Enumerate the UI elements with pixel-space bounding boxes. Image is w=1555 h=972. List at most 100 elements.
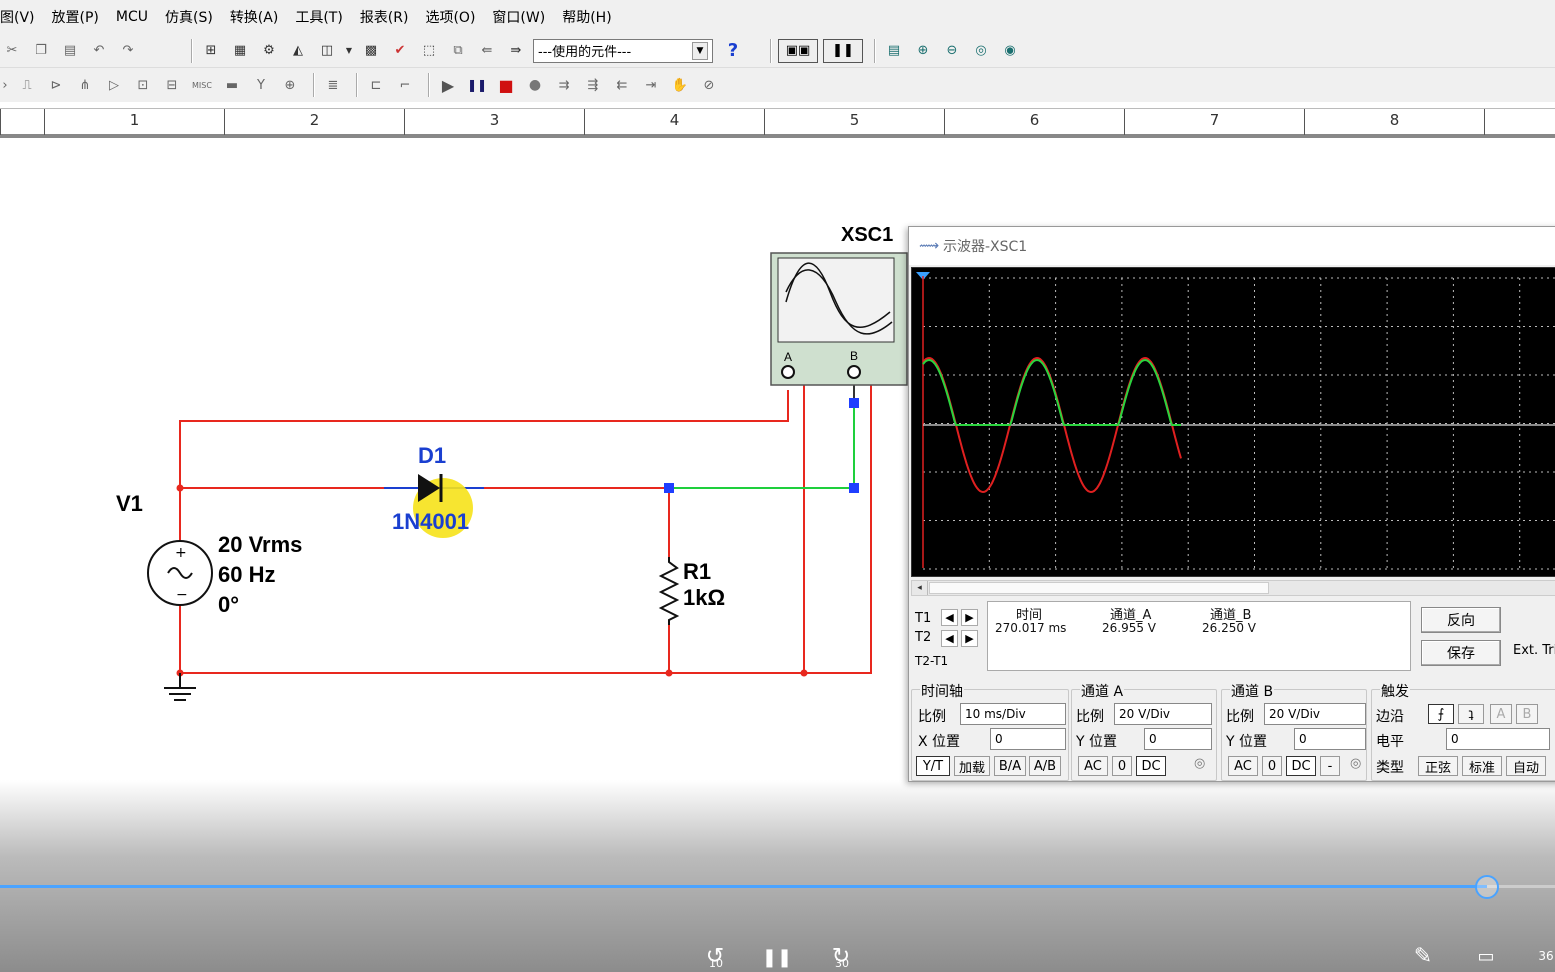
postprocessor-icon[interactable]: ▩ (359, 39, 383, 63)
step-into-icon[interactable]: ⇉ (552, 73, 576, 97)
trigger-level-field[interactable]: 0 (1446, 728, 1550, 750)
selected-junction[interactable] (849, 483, 859, 493)
channel-b-minus-button[interactable]: - (1320, 756, 1340, 776)
zoom-in-icon[interactable]: ⊕ (911, 39, 935, 63)
trigger-a-button[interactable]: A (1490, 704, 1512, 724)
toggle-breakpoint-icon[interactable]: ✋ (668, 73, 692, 97)
speed-label[interactable]: 36 (1534, 944, 1555, 968)
oscilloscope-scrollbar[interactable]: ◂ (911, 580, 1555, 596)
transfer-icon[interactable]: ⧉ (446, 39, 470, 63)
hierarchical-block-icon[interactable]: ⊏ (364, 73, 388, 97)
oscilloscope-title-bar[interactable]: ⟿ 示波器-XSC1 (909, 227, 1555, 265)
scope-terminal-a[interactable] (781, 365, 795, 379)
resistor-symbol[interactable] (658, 557, 680, 625)
channel-a-color-icon[interactable]: ◎ (1194, 756, 1205, 771)
channel-a-ac-button[interactable]: AC (1078, 756, 1108, 776)
step-icon[interactable]: ● (523, 73, 547, 97)
video-progress-knob[interactable] (1474, 875, 1499, 899)
basic-component-icon[interactable]: ⎍ (15, 73, 39, 97)
diode-component-icon[interactable]: ⊳ (44, 73, 68, 97)
oscilloscope-screen[interactable] (911, 267, 1555, 577)
electromech-component-icon[interactable]: ⊕ (278, 73, 302, 97)
trigger-auto-button[interactable]: 自动 (1506, 756, 1546, 776)
play-icon[interactable]: ▶ (436, 73, 460, 97)
video-progress-bar[interactable] (0, 885, 1555, 888)
timebase-scale-field[interactable]: 10 ms/Div (960, 703, 1066, 725)
wire-top[interactable] (179, 390, 789, 488)
timebase-xpos-field[interactable]: 0 (990, 728, 1066, 750)
menu-window[interactable]: 窗口(W) (492, 7, 545, 27)
menu-transfer[interactable]: 转换(A) (230, 7, 279, 27)
trigger-b-button[interactable]: B (1516, 704, 1538, 724)
trigger-sine-button[interactable]: 正弦 (1418, 756, 1458, 776)
spreadsheet-icon[interactable]: ▦ (228, 39, 252, 63)
save-button[interactable]: 保存 (1421, 640, 1501, 666)
database-manager-icon[interactable]: ⚙ (257, 39, 281, 63)
channel-b-zero-button[interactable]: 0 (1262, 756, 1282, 776)
create-component-icon[interactable]: ◭ (286, 39, 310, 63)
menu-tools[interactable]: 工具(T) (295, 7, 342, 27)
run-to-cursor-icon[interactable]: ⇥ (639, 73, 663, 97)
selection-icon[interactable]: ⬚ (417, 39, 441, 63)
channel-a-ypos-field[interactable]: 0 (1144, 728, 1212, 750)
oscilloscope-window[interactable]: ⟿ 示波器-XSC1 ◂ T1 ◀ ▶ T2 ◀ ▶ T2-T1 时间 通道_A… (908, 226, 1555, 782)
falling-edge-icon[interactable]: ʇ (1458, 704, 1484, 724)
ba-mode-button[interactable]: B/A (994, 756, 1026, 776)
grapher-icon[interactable]: ◫ (315, 39, 339, 63)
channel-a-dc-button[interactable]: DC (1136, 756, 1166, 776)
show-grid-icon[interactable]: ▤ (882, 39, 906, 63)
menu-place[interactable]: 放置(P) (52, 7, 99, 27)
picture-in-picture-icon[interactable]: ▭ (1470, 942, 1502, 970)
channel-b-dc-button[interactable]: DC (1286, 756, 1316, 776)
rf-component-icon[interactable]: Y (249, 73, 273, 97)
menu-mcu[interactable]: MCU (116, 9, 148, 25)
pause-simulation-icon[interactable]: ❚❚ (823, 38, 863, 63)
t2-right-arrow-icon[interactable]: ▶ (961, 630, 978, 647)
zoom-out-icon[interactable]: ⊖ (940, 39, 964, 63)
selected-junction[interactable] (849, 398, 859, 408)
rising-edge-icon[interactable]: ⨍ (1428, 704, 1454, 724)
stop-icon[interactable]: ■ (494, 73, 518, 97)
t1-left-arrow-icon[interactable]: ◀ (941, 609, 958, 626)
ladder-component-icon[interactable]: ≣ (321, 73, 345, 97)
channel-b-ypos-field[interactable]: 0 (1294, 728, 1366, 750)
ttl-component-icon[interactable]: ⊡ (131, 73, 155, 97)
copy-icon[interactable]: ❐ (29, 39, 53, 63)
selected-junction[interactable] (664, 483, 674, 493)
reverse-button[interactable]: 反向 (1421, 607, 1501, 633)
zoom-fit-icon[interactable]: ◉ (998, 39, 1022, 63)
menu-simulate[interactable]: 仿真(S) (165, 7, 213, 27)
paste-icon[interactable]: ▤ (58, 39, 82, 63)
channel-b-ac-button[interactable]: AC (1228, 756, 1258, 776)
pen-icon[interactable]: ✎ (1408, 942, 1438, 970)
scrollbar-thumb[interactable] (929, 582, 1269, 594)
step-out-icon[interactable]: ⇇ (610, 73, 634, 97)
t2-left-arrow-icon[interactable]: ◀ (941, 630, 958, 647)
menu-help[interactable]: 帮助(H) (562, 7, 611, 27)
channel-a-zero-button[interactable]: 0 (1112, 756, 1132, 776)
menu-reports[interactable]: 报表(R) (360, 7, 409, 27)
pause-icon[interactable]: ❚❚ (762, 944, 792, 970)
source-component-icon[interactable]: › (0, 73, 10, 97)
help-icon[interactable]: ? (721, 39, 745, 63)
scroll-left-icon[interactable]: ◂ (912, 581, 928, 595)
redo-icon[interactable]: ↷ (116, 39, 140, 63)
misc-component-icon[interactable]: MISC (189, 73, 215, 97)
cmos-component-icon[interactable]: ⊟ (160, 73, 184, 97)
undo-icon[interactable]: ↶ (87, 39, 111, 63)
step-over-icon[interactable]: ⇶ (581, 73, 605, 97)
trigger-standard-button[interactable]: 标准 (1462, 756, 1502, 776)
cut-icon[interactable]: ✂ (0, 39, 24, 63)
scope-terminal-b[interactable] (847, 365, 861, 379)
indicator-component-icon[interactable]: ▬ (220, 73, 244, 97)
analog-component-icon[interactable]: ▷ (102, 73, 126, 97)
channel-b-color-icon[interactable]: ◎ (1350, 756, 1361, 771)
zoom-area-icon[interactable]: ◎ (969, 39, 993, 63)
add-mode-button[interactable]: 加载 (954, 756, 990, 776)
remove-breakpoints-icon[interactable]: ⊘ (697, 73, 721, 97)
yt-mode-button[interactable]: Y/T (916, 756, 950, 776)
transistor-component-icon[interactable]: ⋔ (73, 73, 97, 97)
bus-icon[interactable]: ⌐ (393, 73, 417, 97)
pause-icon[interactable]: ❚❚ (465, 73, 489, 97)
menu-view[interactable]: 图(V) (0, 7, 35, 27)
